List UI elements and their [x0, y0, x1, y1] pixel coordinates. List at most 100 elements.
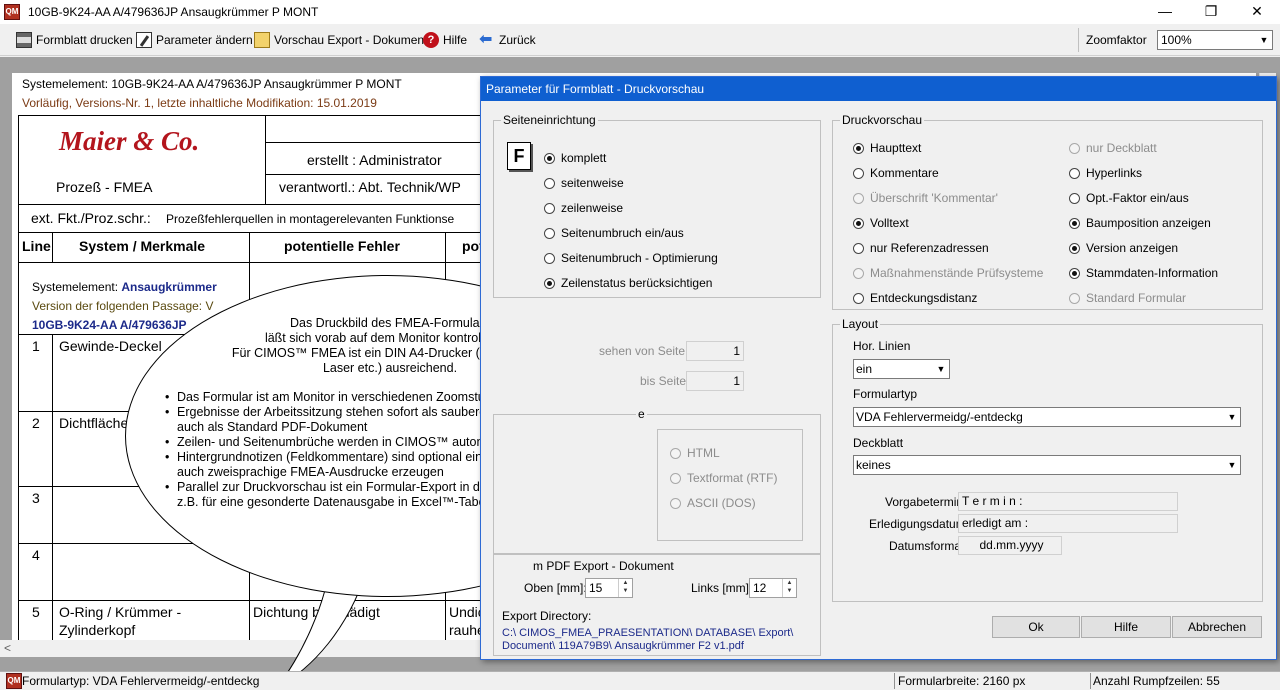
opt-kommentare[interactable]: Kommentare — [853, 166, 939, 180]
back-button[interactable]: ⬅ Zurück — [479, 30, 536, 50]
export-dir-path[interactable]: C:\ CIMOS_FMEA_PRAESENTATION\ DATABASE\ … — [502, 627, 793, 653]
links-label: Links [mm]: — [691, 581, 753, 595]
cancel-button[interactable]: Abbrechen — [1172, 616, 1262, 638]
preview-export-label: Vorschau Export - Dokument — [274, 33, 428, 47]
hor-linien-label: Hor. Linien — [853, 339, 911, 353]
ext-function-value: Prozeßfehlerquellen in montagerelevanten… — [166, 212, 455, 226]
group-export-formats: HTML Textformat (RTF) ASCII (DOS) — [657, 429, 803, 541]
opt-hyperlinks[interactable]: Hyperlinks — [1069, 166, 1142, 180]
column-fehler: potentielle Fehler — [284, 238, 400, 254]
status-app-icon: QM — [6, 673, 22, 689]
hor-linien-select[interactable]: ein ▼ — [853, 359, 950, 379]
radio-seitenumbruch[interactable]: Seitenumbruch ein/aus — [544, 226, 684, 240]
zoom-value: 100% — [1161, 33, 1192, 47]
radio-komplett[interactable]: komplett — [544, 151, 606, 165]
ext-function-label: ext. Fkt./Proz.schr.: — [31, 210, 151, 226]
opt-ueberschrift-kommentar[interactable]: Überschrift 'Kommentar' — [853, 191, 998, 205]
stepper-arrows-icon[interactable]: ▲ ▼ — [782, 579, 796, 597]
column-system: System / Merkmale — [79, 238, 206, 254]
links-stepper[interactable]: 12 ▲ ▼ — [749, 578, 797, 598]
export-dir-label: Export Directory: — [502, 609, 592, 623]
row-system-2: Zylinderkopf — [59, 622, 136, 638]
opt-volltext[interactable]: Volltext — [853, 216, 909, 230]
minimize-button[interactable]: — — [1142, 0, 1188, 24]
range-bis-field[interactable]: 1 — [686, 371, 744, 391]
printer-icon — [16, 32, 32, 48]
opt-stammdaten[interactable]: Stammdaten-Information — [1069, 266, 1218, 280]
opt-entdeckungsdistanz[interactable]: Entdeckungsdistanz — [853, 291, 977, 305]
back-arrow-icon: ⬅ — [479, 31, 493, 48]
passage-text: Version der folgenden Passage: V — [32, 299, 214, 313]
chevron-down-icon: ▼ — [1227, 460, 1237, 470]
row-line: 2 — [32, 415, 40, 431]
oben-label: Oben [mm]: — [524, 581, 587, 595]
status-bar: QM Formulartyp: VDA Fehlervermeidg/-entd… — [0, 671, 1280, 690]
prozess-fmea-text: Prozeß - FMEA — [56, 179, 153, 195]
group-label: Seiteneinrichtung — [501, 113, 598, 127]
help-button[interactable]: ? Hilfe — [423, 30, 467, 50]
help-label: Hilfe — [443, 33, 468, 47]
group-label: e — [636, 407, 647, 421]
scroll-left-icon[interactable]: < — [4, 640, 11, 657]
vorgabetermin-label: Vorgabetermin — [885, 495, 964, 509]
radio-seitenweise[interactable]: seitenweise — [544, 176, 624, 190]
verantwortlich-text: verantwortl.: Abt. Technik/WP — [279, 179, 461, 195]
row-system: O-Ring / Krümmer - — [59, 604, 182, 620]
stepper-arrows-icon[interactable]: ▲ ▼ — [618, 579, 632, 597]
oben-stepper[interactable]: 15 ▲ ▼ — [585, 578, 633, 598]
zoom-select[interactable]: 100% ▼ — [1157, 30, 1273, 50]
opt-massnahmenstaende[interactable]: Maßnahmenstände Prüfsysteme — [853, 266, 1043, 280]
horizontal-scrollbar[interactable]: < — [0, 640, 480, 657]
deckblatt-label: Deckblatt — [853, 436, 904, 450]
opt-standard-formular[interactable]: Standard Formular — [1069, 291, 1186, 305]
row-line: 5 — [32, 604, 40, 620]
erstellt-text: erstellt : Administrator — [307, 152, 442, 168]
print-preview-dialog: Parameter für Formblatt - Druckvorschau … — [480, 76, 1277, 660]
opt-faktor[interactable]: Opt.-Faktor ein/aus — [1069, 191, 1189, 205]
radio-rtf[interactable]: Textformat (RTF) — [670, 471, 777, 485]
ok-button[interactable]: Ok — [992, 616, 1080, 638]
radio-zeilenweise[interactable]: zeilenweise — [544, 201, 623, 215]
opt-version[interactable]: Version anzeigen — [1069, 241, 1178, 255]
radio-zeilenstatus[interactable]: Zeilenstatus berücksichtigen — [544, 276, 712, 290]
print-button[interactable]: Formblatt drucken — [16, 30, 133, 50]
vorgabetermin-field[interactable]: T e r m i n : — [958, 492, 1178, 511]
radio-ascii[interactable]: ASCII (DOS) — [670, 496, 756, 510]
formulartyp-label: Formulartyp — [853, 387, 918, 401]
erledigungsdatum-label: Erledigungsdatum — [869, 517, 966, 531]
radio-umbruch-optimierung[interactable]: Seitenumbruch - Optimierung — [544, 251, 718, 265]
company-logo: Maier & Co. — [59, 126, 200, 156]
opt-baumposition[interactable]: Baumposition anzeigen — [1069, 216, 1211, 230]
deckblatt-select[interactable]: keines ▼ — [853, 455, 1241, 475]
opt-nur-deckblatt[interactable]: nur Deckblatt — [1069, 141, 1157, 155]
app-icon: QM — [4, 4, 20, 20]
sysel-label: Systemelement: Ansaugkrümmer — [32, 280, 217, 294]
status-rumpfzeilen: Anzahl Rumpfzeilen: 55 — [1093, 674, 1220, 688]
row-line: 1 — [32, 338, 40, 354]
toolbar: Formblatt drucken Parameter ändern Vorsc… — [0, 24, 1280, 56]
dialog-help-button[interactable]: Hilfe — [1081, 616, 1171, 638]
toolbar-separator — [1078, 28, 1079, 52]
pdf-label: m PDF Export - Dokument — [533, 559, 674, 573]
maximize-button[interactable]: ❐ — [1188, 0, 1234, 24]
form-page-icon: F — [507, 142, 531, 170]
range-von-label: sehen von Seite — [599, 344, 686, 358]
preview-export-button[interactable]: Vorschau Export - Dokument — [254, 30, 427, 50]
sysel-value: Ansaugkrümmer — [121, 280, 217, 294]
title-bar: QM 10GB-9K24-AA A/479636JP Ansaugkrümmer… — [0, 0, 1280, 24]
range-bis-label: bis Seite — [640, 374, 687, 388]
group-label: Layout — [840, 317, 881, 331]
status-formularbreite: Formularbreite: 2160 px — [898, 674, 1026, 688]
params-button[interactable]: Parameter ändern — [136, 30, 253, 50]
radio-html[interactable]: HTML — [670, 446, 720, 460]
group-label: Druckvorschau — [840, 113, 925, 127]
datumsformat-field[interactable]: dd.mm.yyyy — [958, 536, 1062, 555]
erledigungsdatum-field[interactable]: erledigt am : — [958, 514, 1178, 533]
opt-referenzadressen[interactable]: nur Referenzadressen — [853, 241, 989, 255]
close-button[interactable]: ✕ — [1234, 0, 1280, 24]
formulartyp-select[interactable]: VDA Fehlervermeidg/-entdeckg ▼ — [853, 407, 1241, 427]
row-line: 3 — [32, 490, 40, 506]
zoom-label: Zoomfaktor — [1086, 33, 1147, 47]
opt-haupttext[interactable]: Haupttext — [853, 141, 921, 155]
range-von-field[interactable]: 1 — [686, 341, 744, 361]
